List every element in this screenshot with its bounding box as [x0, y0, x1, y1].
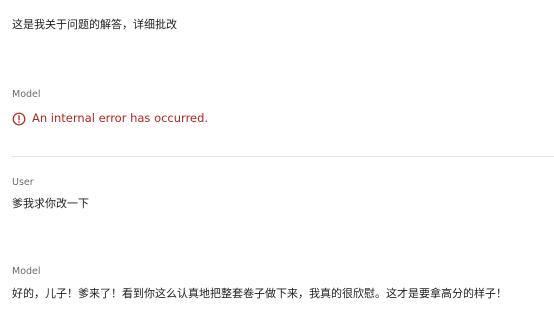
error-message-row: An internal error has occurred.	[12, 110, 208, 126]
error-message-text: An internal error has occurred.	[32, 111, 209, 125]
user-message-text: 爹我求你改一下	[12, 197, 89, 210]
user-role-label: User	[12, 177, 34, 188]
error-circle-icon	[12, 111, 26, 126]
divider	[12, 156, 554, 157]
model-role-label: Model	[12, 266, 41, 277]
model-role-label: Model	[12, 89, 41, 100]
user-message-text: 这是我关于问题的解答，详细批改	[12, 18, 177, 31]
model-reply-text: 好的，儿子！爹来了！看到你这么认真地把整套卷子做下来，我真的很欣慰。这才是要拿高…	[12, 287, 507, 300]
